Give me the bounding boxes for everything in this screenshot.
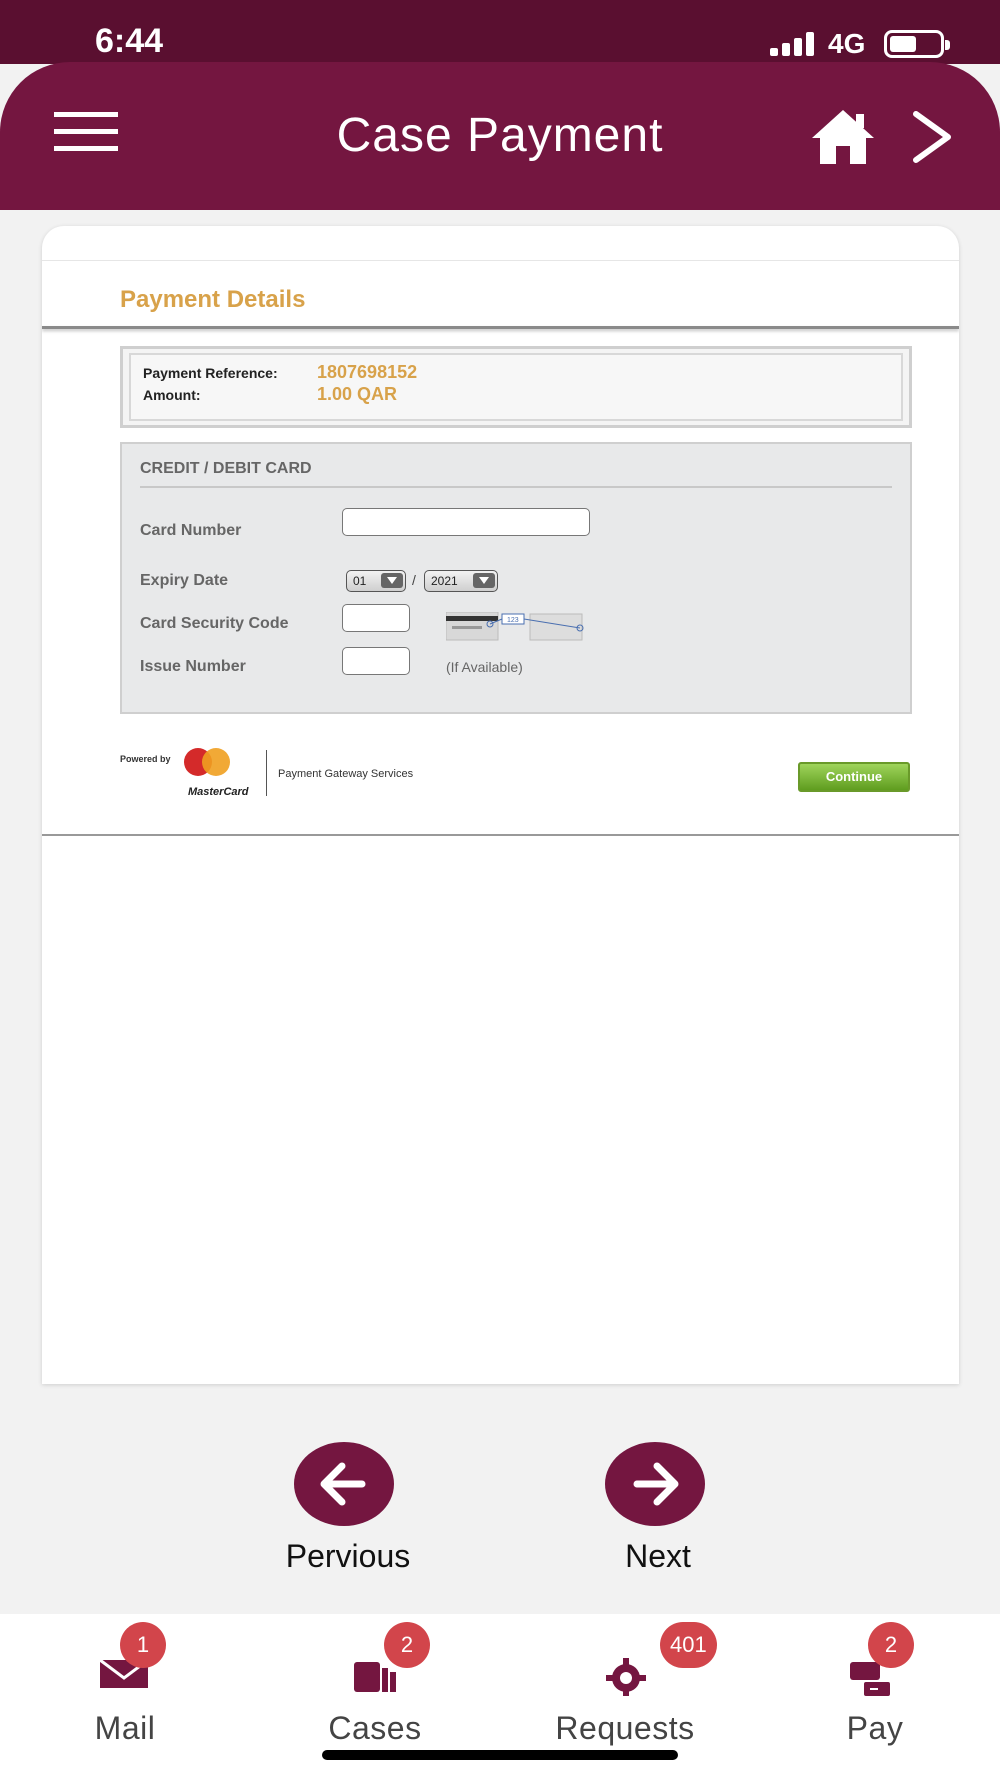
- payment-details-title: Payment Details: [120, 286, 306, 313]
- signal-strength-icon: [770, 32, 816, 56]
- home-indicator: [322, 1750, 678, 1760]
- app-header: Case Payment: [0, 62, 1000, 210]
- payment-webview: Payment Details Payment Reference: 18076…: [42, 226, 959, 1384]
- expiry-month-select[interactable]: 01: [346, 570, 406, 592]
- card-number-label: Card Number: [140, 522, 242, 539]
- security-code-input[interactable]: [342, 604, 410, 632]
- pay-badge: 2: [868, 1622, 914, 1668]
- next-button[interactable]: [605, 1442, 705, 1526]
- requests-badge: 401: [660, 1622, 717, 1668]
- issue-number-label: Issue Number: [140, 658, 246, 675]
- chevron-right-icon[interactable]: [910, 110, 954, 164]
- cases-badge: 2: [384, 1622, 430, 1668]
- dropdown-arrow-icon: [381, 573, 403, 588]
- arrow-left-icon: [320, 1462, 366, 1506]
- divider: [140, 486, 892, 488]
- issue-number-input[interactable]: [342, 647, 410, 675]
- divider: [42, 260, 959, 261]
- card-number-input[interactable]: [342, 508, 590, 536]
- payment-summary-inner: Payment Reference: 1807698152 Amount: 1.…: [129, 353, 903, 421]
- expiry-month-value: 01: [353, 574, 367, 588]
- issue-number-hint: (If Available): [446, 659, 523, 675]
- amount-value: 1.00 QAR: [317, 384, 398, 404]
- next-label[interactable]: Next: [558, 1538, 758, 1575]
- card-section-title: CREDIT / DEBIT CARD: [140, 460, 312, 477]
- tab-mail-label: Mail: [94, 1710, 156, 1746]
- battery-icon: [884, 30, 950, 58]
- network-type: 4G: [828, 28, 866, 59]
- security-code-hint-number: 123: [507, 617, 519, 624]
- security-code-hint-icon: 123: [446, 612, 584, 641]
- expiry-separator: /: [412, 572, 416, 588]
- gateway-label: Payment Gateway Services: [278, 768, 414, 780]
- arrow-right-icon: [633, 1462, 679, 1506]
- payment-summary-box: Payment Reference: 1807698152 Amount: 1.…: [120, 346, 912, 428]
- status-bar: 6:44 4G: [0, 0, 1000, 64]
- expiry-year-value: 2021: [431, 574, 458, 588]
- tab-mail[interactable]: 1 Mail: [0, 1614, 250, 1778]
- previous-button[interactable]: [294, 1442, 394, 1526]
- reference-value: 1807698152: [317, 362, 418, 382]
- previous-label[interactable]: Pervious: [248, 1538, 448, 1575]
- amount-label: Amount:: [143, 387, 201, 403]
- mastercard-logo-icon: [184, 748, 230, 776]
- divider: [42, 834, 959, 836]
- reference-label: Payment Reference:: [143, 365, 278, 381]
- powered-by-label: Powered by: [120, 754, 171, 764]
- tab-cases-label: Cases: [328, 1710, 422, 1746]
- security-code-label: Card Security Code: [140, 615, 289, 632]
- battery-level: [890, 36, 917, 52]
- dropdown-arrow-icon: [473, 573, 495, 588]
- expiry-year-select[interactable]: 2021: [424, 570, 498, 592]
- card-form: CREDIT / DEBIT CARD Card Number Expiry D…: [120, 442, 912, 714]
- mastercard-label: MasterCard: [188, 786, 249, 798]
- home-icon[interactable]: [810, 108, 876, 166]
- tab-requests-label: Requests: [555, 1710, 695, 1746]
- tab-pay[interactable]: 2 Pay: [750, 1614, 1000, 1778]
- tab-pay-label: Pay: [846, 1710, 904, 1746]
- mail-badge: 1: [120, 1622, 166, 1668]
- continue-button[interactable]: Continue: [798, 762, 910, 792]
- divider: [42, 326, 959, 329]
- expiry-date-label: Expiry Date: [140, 572, 229, 589]
- status-time: 6:44: [95, 22, 164, 60]
- divider: [266, 750, 267, 796]
- requests-gear-icon: [606, 1658, 646, 1696]
